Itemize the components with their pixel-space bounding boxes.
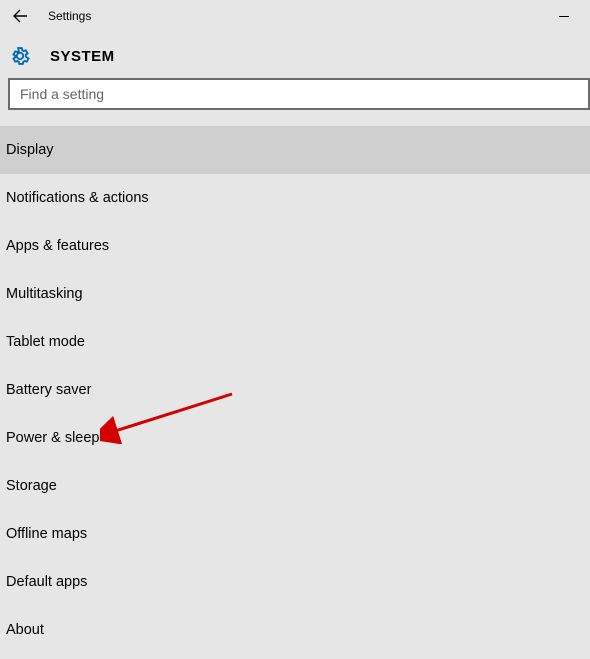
list-item-label: Default apps	[6, 574, 87, 590]
settings-list: Display Notifications & actions Apps & fea…	[0, 126, 590, 654]
list-item-label: Offline maps	[6, 526, 87, 542]
list-item-label: Notifications & actions	[6, 190, 149, 206]
list-item-label: Power & sleep	[6, 430, 100, 446]
list-item[interactable]: Offline maps	[0, 510, 590, 558]
list-item-label: Apps & features	[6, 238, 109, 254]
settings-gear-icon	[8, 44, 32, 68]
list-item[interactable]: Power & sleep	[0, 414, 590, 462]
titlebar-left: Settings	[0, 0, 91, 32]
list-item-label: Battery saver	[6, 382, 91, 398]
list-item-label: Storage	[6, 478, 57, 494]
list-item[interactable]: Apps & features	[0, 222, 590, 270]
search-wrap	[0, 78, 590, 110]
list-item[interactable]: Notifications & actions	[0, 174, 590, 222]
back-button[interactable]	[0, 0, 40, 32]
list-item-label: Multitasking	[6, 286, 83, 302]
back-arrow-icon	[12, 8, 28, 24]
list-item[interactable]: Default apps	[0, 558, 590, 606]
list-item[interactable]: About	[0, 606, 590, 654]
list-item[interactable]: Battery saver	[0, 366, 590, 414]
search-input[interactable]	[8, 78, 590, 110]
list-item[interactable]: Tablet mode	[0, 318, 590, 366]
minimize-icon	[559, 16, 569, 17]
list-item-label: About	[6, 622, 44, 638]
window-title: Settings	[48, 9, 91, 23]
list-item[interactable]: Multitasking	[0, 270, 590, 318]
list-item[interactable]: Display	[0, 126, 590, 174]
page-title: SYSTEM	[50, 48, 115, 65]
titlebar: Settings	[0, 0, 590, 32]
list-item[interactable]: Storage	[0, 462, 590, 510]
minimize-button[interactable]	[541, 0, 586, 32]
list-item-label: Display	[6, 142, 54, 158]
list-item-label: Tablet mode	[6, 334, 85, 350]
header: SYSTEM	[0, 32, 590, 78]
